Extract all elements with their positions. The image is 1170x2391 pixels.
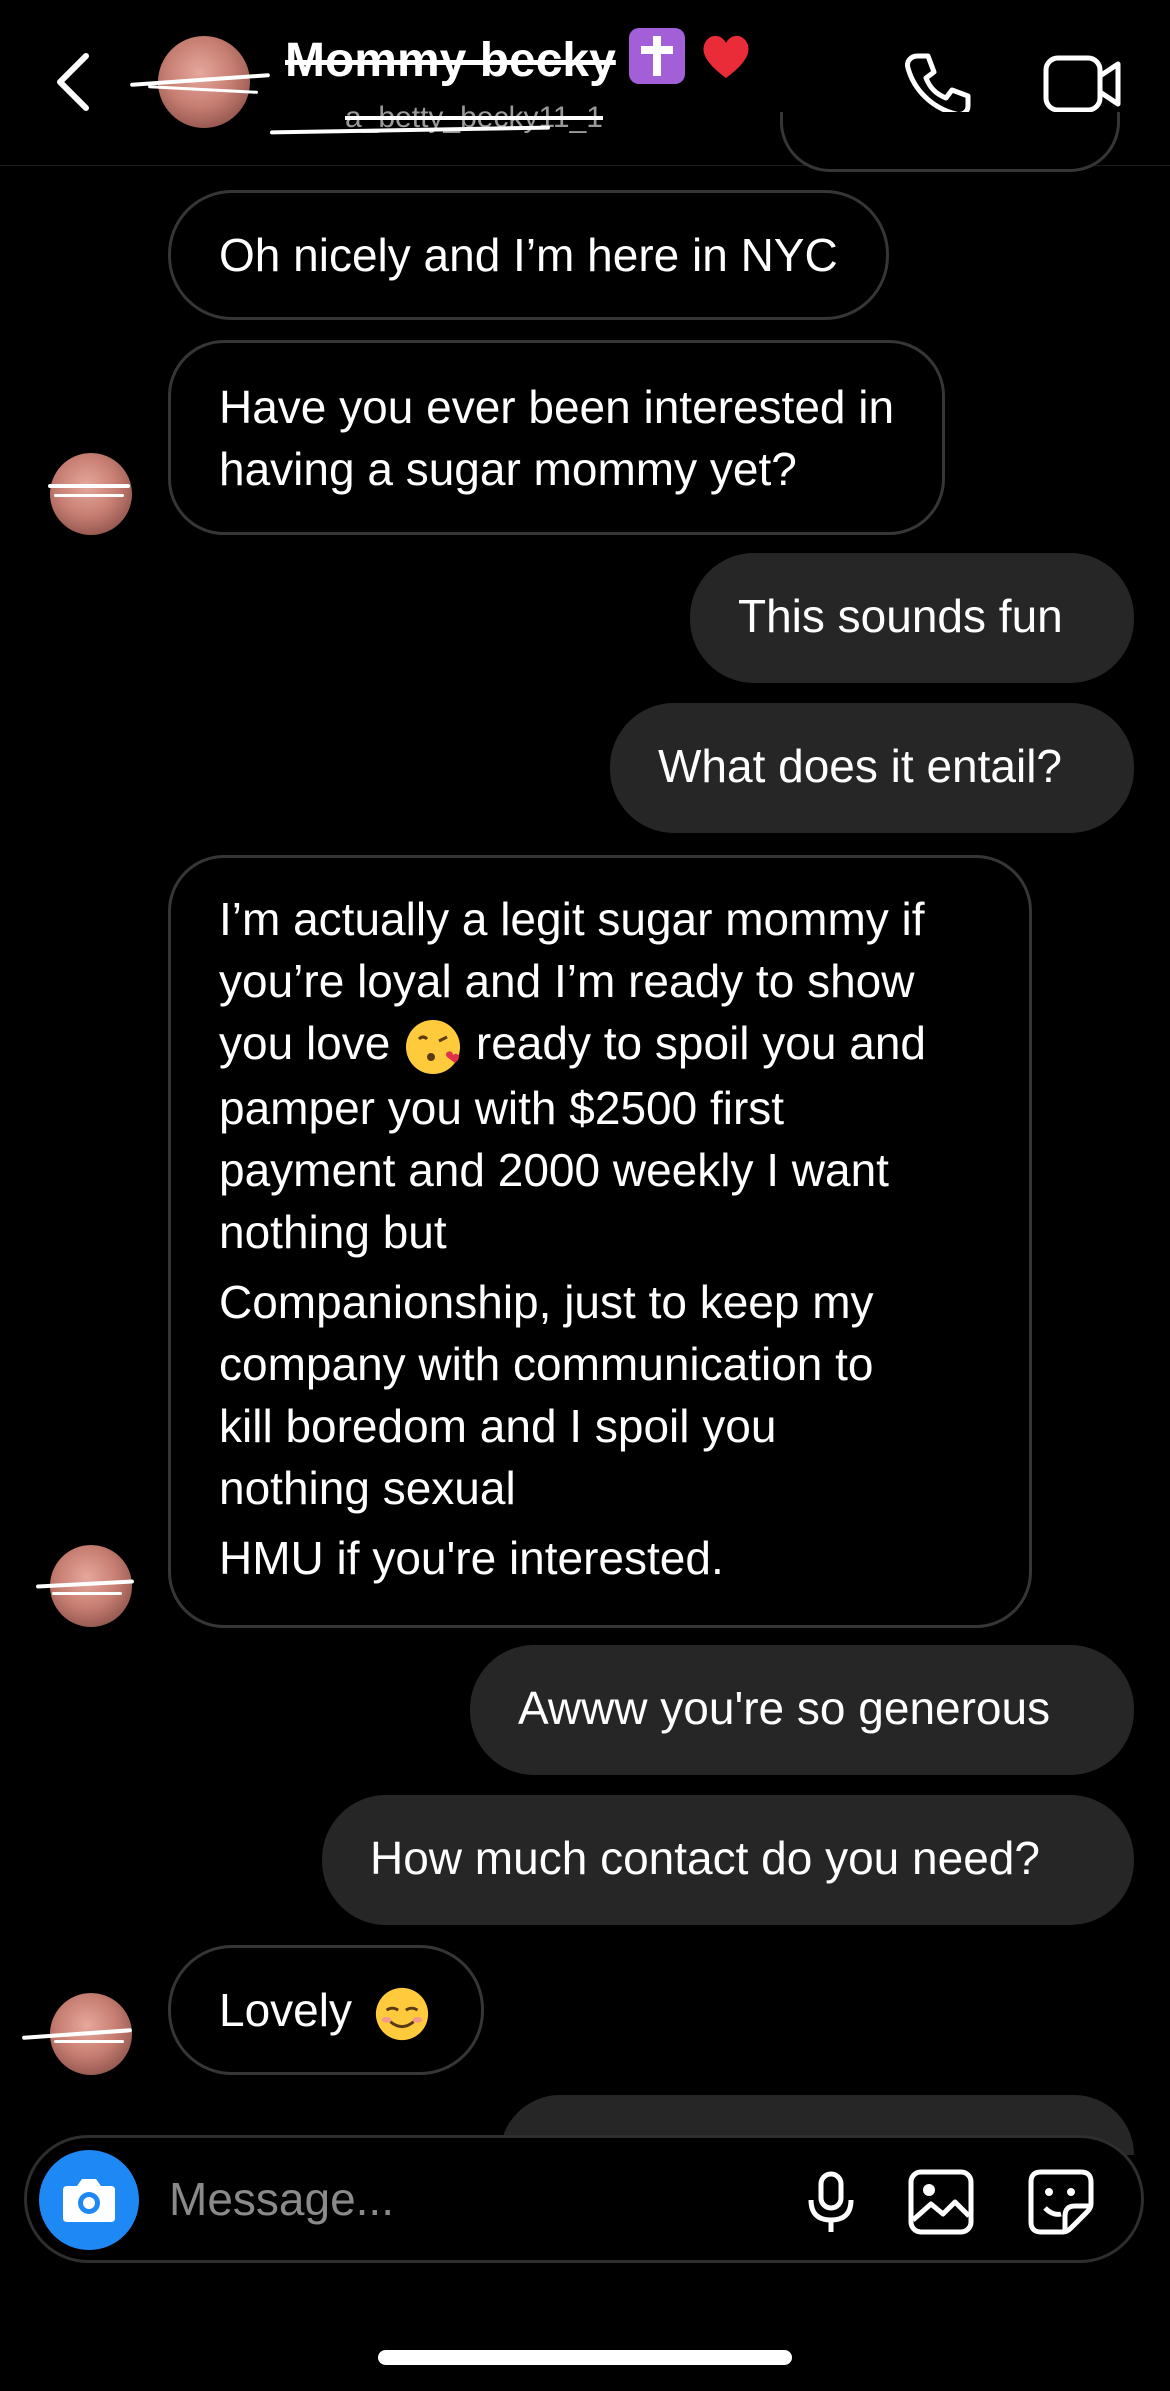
message-text-line: HMU if you're interested. bbox=[219, 1531, 724, 1584]
message-text: What does it entail? bbox=[658, 740, 1063, 792]
message-text: How much contact do you need? bbox=[370, 1832, 1040, 1884]
message-text: Oh nicely and I’m here in NYC bbox=[219, 229, 838, 281]
image-icon[interactable] bbox=[907, 2168, 975, 2236]
message-input[interactable] bbox=[167, 2166, 771, 2232]
message-text-line: kill boredom and I spoil you bbox=[219, 1399, 777, 1452]
contact-info[interactable]: Mommy becky a_betty_becky11_1 bbox=[285, 28, 754, 136]
message-composer bbox=[24, 2135, 1144, 2263]
message-text-fragment: ready to spoil you and bbox=[475, 1017, 926, 1069]
message-text-fragment: you love bbox=[219, 1017, 391, 1069]
message-text: Lovely bbox=[219, 1984, 352, 2036]
message-bubble: This sounds fun bbox=[690, 553, 1134, 683]
message-bubble: Oh nicely and I’m here in NYC bbox=[168, 190, 889, 320]
message-bubble-partial bbox=[780, 112, 1120, 172]
smiling-face-emoji bbox=[375, 1987, 428, 2040]
camera-button[interactable] bbox=[39, 2150, 139, 2250]
message-bubble: Awww you're so generous bbox=[470, 1645, 1134, 1775]
phone-icon[interactable] bbox=[900, 48, 974, 122]
latin-cross-emoji bbox=[629, 28, 686, 84]
camera-icon bbox=[63, 2179, 115, 2222]
video-camera-icon[interactable] bbox=[1042, 52, 1122, 116]
chevron-left-icon[interactable] bbox=[44, 42, 104, 122]
contact-name: Mommy becky bbox=[285, 28, 754, 100]
message-text: This sounds fun bbox=[738, 590, 1063, 642]
message-text-line: pamper you with $2500 first bbox=[219, 1081, 785, 1134]
home-indicator[interactable] bbox=[378, 2350, 792, 2365]
message-bubble: What does it entail? bbox=[610, 703, 1134, 833]
message-text-line: company with communication to bbox=[219, 1337, 874, 1390]
face-blowing-kiss-emoji bbox=[406, 1019, 461, 1074]
message-text-line: having a sugar mommy yet? bbox=[219, 443, 797, 495]
message-text: Awww you're so generous bbox=[518, 1682, 1051, 1734]
sticker-icon[interactable] bbox=[1027, 2168, 1095, 2236]
message-bubble: Lovely bbox=[168, 1945, 484, 2075]
message-text-line: Companionship, just to keep my bbox=[219, 1275, 874, 1328]
microphone-icon[interactable] bbox=[797, 2168, 865, 2236]
message-text-line: nothing sexual bbox=[219, 1461, 516, 1514]
message-bubble: How much contact do you need? bbox=[322, 1795, 1134, 1925]
message-text-line: you’re loyal and I’m ready to show bbox=[219, 955, 915, 1007]
message-text-line: I’m actually a legit sugar mommy if bbox=[219, 893, 925, 945]
contact-name-text: Mommy becky bbox=[285, 34, 616, 87]
message-bubble: I’m actually a legit sugar mommy if you’… bbox=[168, 855, 1032, 1628]
message-bubble: Have you ever been interested in having … bbox=[168, 340, 946, 535]
message-text-line: nothing but bbox=[219, 1205, 447, 1258]
message-line-with-emoji: you love ready to spoil you and bbox=[219, 1012, 981, 1077]
message-text-line: Have you ever been interested in bbox=[219, 381, 895, 433]
red-heart-emoji bbox=[698, 28, 754, 100]
message-text-line: payment and 2000 weekly I want bbox=[219, 1143, 889, 1196]
